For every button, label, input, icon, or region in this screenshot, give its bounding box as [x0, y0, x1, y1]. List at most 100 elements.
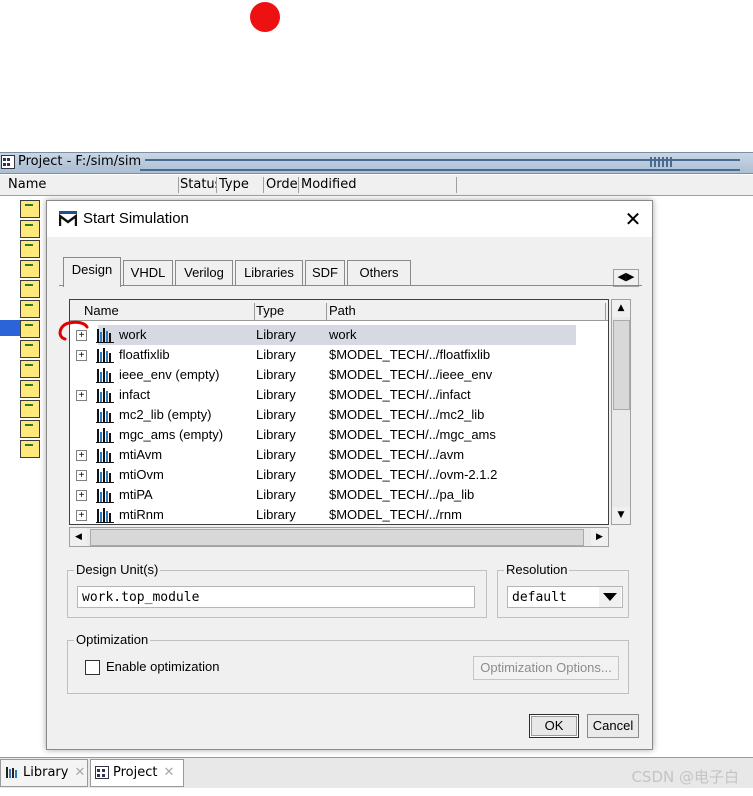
expand-icon[interactable]: +	[76, 350, 87, 361]
verilog-file-icon	[20, 400, 40, 418]
scroll-right-icon[interactable]: ▶	[591, 528, 608, 546]
tab-library[interactable]: Library ✕	[0, 759, 88, 787]
library-type: Library	[256, 407, 296, 422]
tab-design[interactable]: Design	[63, 257, 121, 287]
library-horizontal-scrollbar[interactable]: ◀ ▶	[69, 527, 609, 547]
optimization-options-button[interactable]: Optimization Options...	[473, 656, 619, 680]
verilog-file-icon	[20, 380, 40, 398]
project-column-header: Name Status Type Orde Modified	[0, 175, 753, 196]
grip-icon	[650, 157, 672, 167]
library-name: infact	[119, 387, 151, 402]
library-row[interactable]: mc2_lib (empty) Library $MODEL_TECH/../mc2…	[70, 405, 608, 425]
library-type: Library	[256, 327, 296, 342]
library-row[interactable]: mgc_ams (empty) Library $MODEL_TECH/../mgc…	[70, 425, 608, 445]
library-type: Library	[256, 427, 296, 442]
library-name: floatfixlib	[119, 347, 170, 362]
tab-project[interactable]: Project ✕	[90, 759, 184, 787]
scroll-down-icon[interactable]: ▼	[612, 507, 630, 524]
library-row[interactable]: + mtiRnm Library $MODEL_TECH/../rnm	[70, 505, 608, 525]
library-row[interactable]: + mtiPA Library $MODEL_TECH/../pa_lib	[70, 485, 608, 505]
watermark: CSDN @电子白	[631, 768, 739, 786]
verilog-file-icon	[20, 340, 40, 358]
library-path: $MODEL_TECH/../ovm-2.1.2	[329, 467, 498, 482]
library-path: $MODEL_TECH/../mgc_ams	[329, 427, 496, 442]
verilog-file-icon	[20, 280, 40, 298]
library-icon	[96, 407, 114, 423]
scroll-left-icon[interactable]: ◀	[70, 528, 87, 546]
library-type: Library	[256, 467, 296, 482]
library-path: $MODEL_TECH/../avm	[329, 447, 465, 462]
scroll-up-icon[interactable]: ▲	[612, 300, 630, 317]
project-selected-row[interactable]	[0, 320, 20, 336]
verilog-file-icon	[20, 360, 40, 378]
verilog-file-icon	[20, 220, 40, 238]
dialog-titlebar[interactable]: Start Simulation ✕	[47, 201, 652, 237]
library-row[interactable]: + floatfixlib Library $MODEL_TECH/../floatf…	[70, 345, 608, 365]
expand-icon[interactable]: +	[76, 510, 87, 521]
library-name: mtiRnm	[119, 507, 164, 522]
optimization-label: Optimization	[74, 632, 151, 647]
library-path: $MODEL_TECH/../rnm	[329, 507, 462, 522]
column-status[interactable]: Status	[180, 177, 217, 193]
library-row[interactable]: + infact Library $MODEL_TECH/../infact	[70, 385, 608, 405]
library-tree[interactable]: Name Type Path + work Library work + floatfix…	[69, 299, 609, 525]
enable-optimization-label[interactable]: Enable optimization	[106, 659, 219, 674]
column-order[interactable]: Orde	[266, 177, 299, 193]
expand-icon[interactable]: +	[76, 450, 87, 461]
library-icon	[96, 387, 114, 403]
library-name: ieee_env (empty)	[119, 367, 220, 382]
library-name: mgc_ams (empty)	[119, 427, 224, 442]
library-type: Library	[256, 387, 296, 402]
project-icon	[95, 766, 109, 779]
dialog-title: Start Simulation	[83, 210, 189, 227]
library-path: $MODEL_TECH/../ieee_env	[329, 367, 493, 382]
library-type: Library	[256, 507, 296, 522]
library-row[interactable]: + mtiAvm Library $MODEL_TECH/../avm	[70, 445, 608, 465]
library-icon	[96, 447, 114, 463]
library-name: mtiPA	[119, 487, 153, 502]
red-dot-marker	[250, 2, 280, 32]
modelsim-logo-icon	[59, 211, 77, 226]
tab-others[interactable]: Others	[347, 260, 411, 285]
close-icon[interactable]: ✕	[74, 765, 85, 780]
library-name: work	[119, 327, 147, 342]
project-icon	[1, 155, 15, 169]
column-name[interactable]: Name	[84, 303, 255, 321]
tab-sdf[interactable]: SDF	[305, 260, 345, 285]
library-row[interactable]: ieee_env (empty) Library $MODEL_TECH/../ie…	[70, 365, 608, 385]
close-icon[interactable]: ✕	[163, 765, 174, 780]
expand-icon[interactable]: +	[76, 470, 87, 481]
library-name: mc2_lib (empty)	[119, 407, 212, 422]
library-icon	[96, 367, 114, 383]
expand-icon[interactable]: +	[76, 390, 87, 401]
library-vertical-scrollbar[interactable]: ▲ ▼	[611, 299, 631, 525]
ok-button[interactable]: OK	[529, 714, 579, 738]
tab-vhdl[interactable]: VHDL	[123, 260, 173, 285]
project-window-titlebar[interactable]: Project - F:/sim/sim	[0, 152, 753, 174]
column-type[interactable]: Type	[219, 177, 264, 193]
tab-libraries[interactable]: Libraries	[235, 260, 303, 285]
chevron-down-icon[interactable]	[599, 587, 621, 607]
red-annotation-mark	[58, 320, 89, 341]
expand-icon[interactable]: +	[76, 490, 87, 501]
project-window-title: Project - F:/sim/sim	[18, 154, 146, 169]
library-row[interactable]: + work Library work	[70, 325, 608, 345]
column-name[interactable]: Name	[8, 177, 179, 193]
verilog-file-icon	[20, 300, 40, 318]
library-type: Library	[256, 487, 296, 502]
library-icon	[96, 427, 114, 443]
column-type[interactable]: Type	[256, 303, 327, 321]
library-path: $MODEL_TECH/../mc2_lib	[329, 407, 485, 422]
cancel-button[interactable]: Cancel	[587, 714, 639, 738]
enable-optimization-checkbox[interactable]	[85, 660, 100, 675]
design-unit-input[interactable]: work.top_module	[77, 586, 475, 608]
column-path[interactable]: Path	[329, 303, 606, 321]
tab-verilog[interactable]: Verilog	[175, 260, 233, 285]
library-row[interactable]: + mtiOvm Library $MODEL_TECH/../ovm-2.1.2	[70, 465, 608, 485]
column-modified[interactable]: Modified	[301, 177, 457, 193]
library-path: work	[329, 327, 357, 342]
close-icon[interactable]: ✕	[621, 207, 645, 231]
scroll-thumb[interactable]	[90, 529, 584, 546]
scroll-thumb[interactable]	[613, 320, 630, 410]
library-path: $MODEL_TECH/../floatfixlib	[329, 347, 491, 362]
